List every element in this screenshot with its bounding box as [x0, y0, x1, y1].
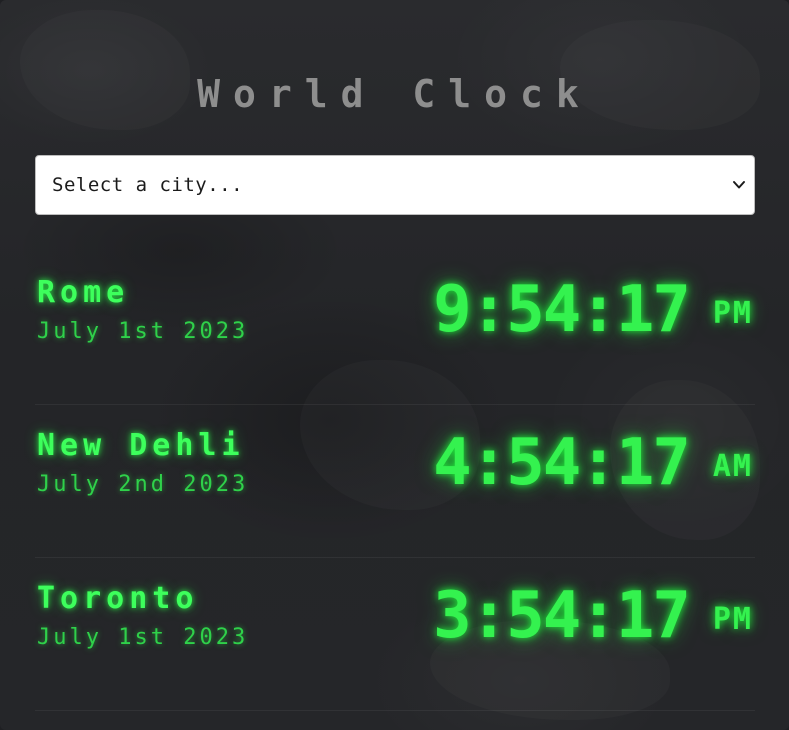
- city-row-new-dehli: New Dehli July 2nd 2023 4:54:17 AM: [35, 408, 755, 558]
- city-name: Toronto: [37, 581, 199, 616]
- city-row-toronto: Toronto July 1st 2023 3:54:17 PM: [35, 561, 755, 711]
- clock-ampm: AM: [712, 448, 753, 484]
- city-select[interactable]: Select a city...: [35, 155, 755, 215]
- clock-time: 4:54:17: [433, 426, 691, 500]
- city-name: Rome: [37, 275, 130, 310]
- city-row-rome: Rome July 1st 2023 9:54:17 PM: [35, 255, 755, 405]
- city-select-value: Select a city...: [52, 174, 244, 196]
- city-date: July 1st 2023: [37, 319, 249, 344]
- page-title: World Clock: [197, 72, 592, 116]
- city-clock: 9:54:17 PM: [433, 255, 753, 365]
- city-clock: 3:54:17 PM: [433, 561, 753, 671]
- city-date: July 1st 2023: [37, 625, 249, 650]
- clock-time: 9:54:17: [433, 273, 691, 347]
- city-name: New Dehli: [37, 428, 245, 463]
- city-clock: 4:54:17 AM: [433, 408, 753, 518]
- clock-ampm: PM: [712, 601, 753, 637]
- world-clock-panel: World Clock Select a city... Rome July 1…: [0, 0, 789, 730]
- clock-time: 3:54:17: [433, 579, 691, 653]
- chevron-down-icon: [733, 181, 745, 189]
- clock-ampm: PM: [712, 295, 753, 331]
- city-date: July 2nd 2023: [37, 472, 249, 497]
